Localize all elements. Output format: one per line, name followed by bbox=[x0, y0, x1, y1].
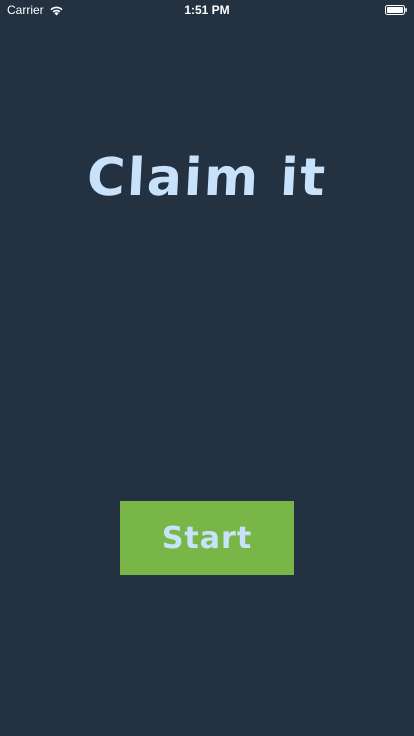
battery-icon bbox=[385, 5, 407, 15]
start-button[interactable]: Start bbox=[120, 501, 294, 575]
app-screen: Carrier 1:51 PM Claim it Start bbox=[0, 0, 414, 736]
status-bar: Carrier 1:51 PM bbox=[0, 0, 414, 20]
start-button-label: Start bbox=[161, 520, 253, 556]
status-time: 1:51 PM bbox=[184, 3, 230, 17]
app-title: Claim it bbox=[85, 148, 329, 208]
